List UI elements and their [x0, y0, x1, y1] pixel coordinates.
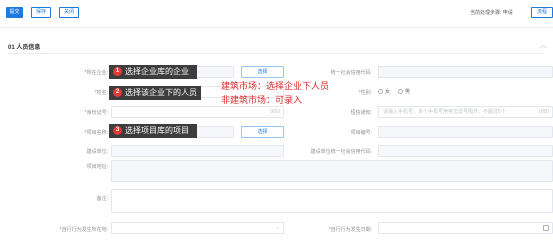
project-tip: 选择项目库的项目: [109, 124, 197, 138]
flow-button[interactable]: 流程: [531, 7, 553, 18]
build-unit-code-label: 建设单位统一社会信用代码:: [310, 149, 372, 155]
calendar-icon: [543, 225, 549, 231]
current-step-text: 当前处理步骤: 申请: [470, 10, 513, 16]
close-button[interactable]: 关闭: [59, 7, 79, 18]
project-address-field[interactable]: [111, 160, 553, 182]
section-title: 01 人员信息: [8, 45, 41, 51]
project-code-field[interactable]: [378, 126, 553, 138]
submit-button[interactable]: 提交: [6, 7, 23, 18]
behavior-date-picker[interactable]: [378, 222, 553, 234]
toolbar: 提交 保存 关闭 当前处理步骤: 申请 流程: [0, 0, 553, 28]
project-name-label: *项目名称:: [84, 130, 108, 136]
phone-field[interactable]: 请输入手机号，多个手机号用英文逗号隔开，不超过5个 0/50: [378, 106, 553, 118]
behavior-location-select[interactable]: ⌄: [111, 222, 284, 234]
tip-badge-2: 2: [113, 88, 122, 97]
note-line-2: 非建筑市场：可录入: [221, 95, 303, 105]
build-unit-code-field[interactable]: [378, 145, 553, 157]
gender-option-male[interactable]: 男: [398, 88, 410, 95]
build-unit-field[interactable]: [111, 145, 284, 157]
tip-badge-3: 3: [113, 126, 122, 135]
save-button[interactable]: 保存: [31, 7, 51, 18]
company-label: *所在企业:: [84, 70, 108, 76]
gender-option-female[interactable]: 女: [378, 88, 390, 95]
company-tip: 选择企业库的企业: [109, 65, 197, 79]
credit-code-field[interactable]: [378, 66, 553, 78]
project-code-label: 项目编号:: [350, 130, 372, 136]
phone-label: 短信通知:: [350, 110, 372, 116]
radio-icon: [378, 89, 383, 95]
project-address-label: 项目地址:: [86, 164, 108, 170]
behavior-location-label: *自行行为发生所在地:: [59, 227, 108, 233]
id-card-field[interactable]: 0/50: [111, 106, 284, 118]
tip-badge-1-front: 1: [113, 67, 122, 76]
id-card-label: *身份证号:: [84, 110, 108, 116]
build-unit-label: 建设单位:: [86, 149, 108, 155]
name-tip: 选择该企业下的人员: [109, 86, 201, 100]
remark-label: 备注:: [96, 196, 108, 202]
section-divider: [8, 53, 545, 54]
chevron-up-icon[interactable]: ︿: [540, 40, 547, 50]
gender-label: *性别:: [358, 90, 372, 96]
note-line-1: 建筑市场：选择企业下人员: [221, 81, 330, 91]
name-label: *姓名:: [94, 90, 108, 96]
credit-code-label: 统一社会信用代码:: [330, 70, 372, 76]
radio-icon: [398, 89, 403, 95]
company-select-button[interactable]: 选择: [241, 66, 284, 78]
project-select-button[interactable]: 选择: [241, 126, 284, 138]
remark-field[interactable]: [111, 189, 553, 213]
behavior-date-label: *自行行为发生日期:: [328, 227, 372, 233]
